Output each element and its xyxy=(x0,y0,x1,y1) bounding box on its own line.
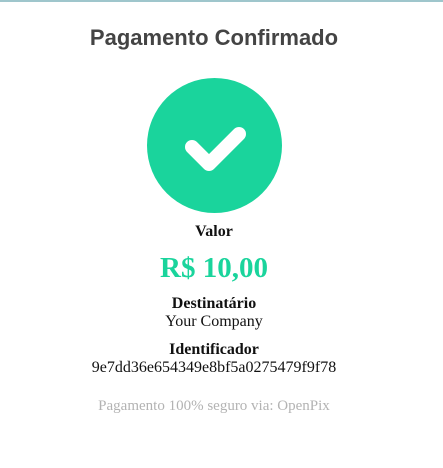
page-title: Pagamento Confirmado xyxy=(89,25,339,50)
checkmark-glyph xyxy=(185,127,246,171)
check-circle-icon xyxy=(147,78,282,213)
recipient-value: Your Company xyxy=(165,313,263,330)
top-divider xyxy=(0,0,443,2)
identifier-label: Identificador xyxy=(169,341,259,358)
identifier-value: 9e7dd36e654349e8bf5a0275479f9f78 xyxy=(91,359,337,376)
security-footer: Pagamento 100% seguro via: OpenPix xyxy=(98,398,330,414)
recipient-label: Destinatário xyxy=(171,295,257,312)
amount-label: Valor xyxy=(195,223,233,240)
amount-value: R$ 10,00 xyxy=(160,252,268,284)
